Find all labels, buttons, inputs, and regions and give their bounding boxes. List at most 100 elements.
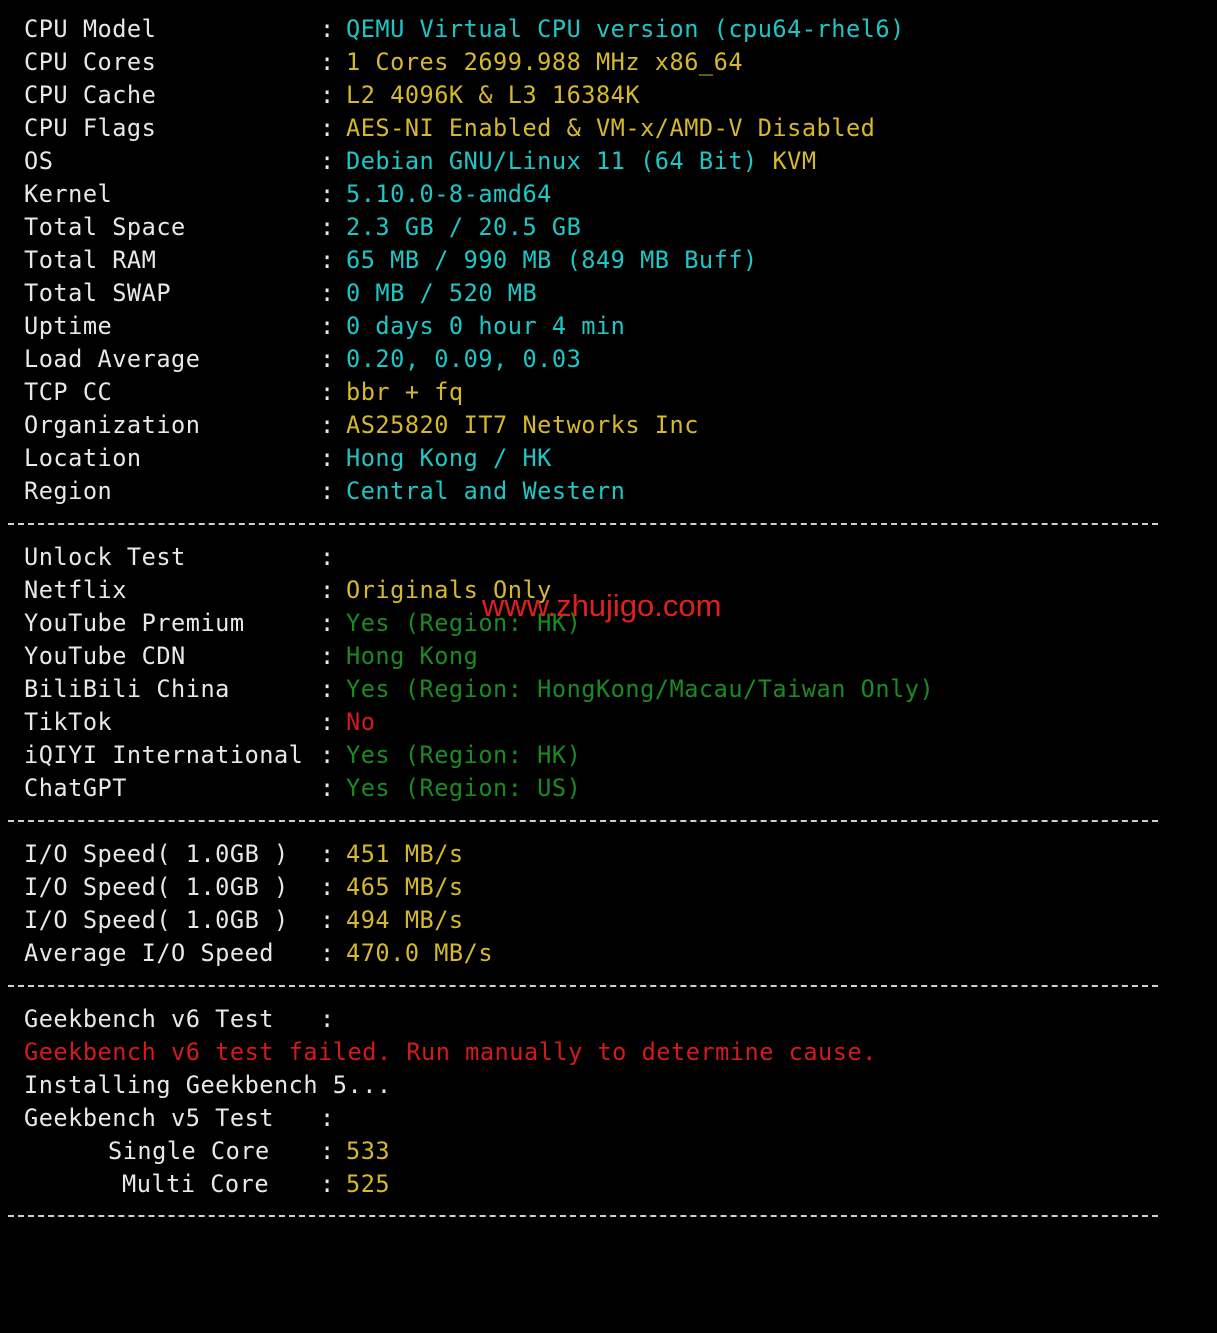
unlock-test-section: Unlock Test: Netflix: Originals Only YouTub… — [24, 541, 1194, 805]
colon: : — [320, 15, 335, 43]
geekbench-v6-error: Geekbench v6 test failed. Run manually t… — [24, 1038, 877, 1066]
row-label: Total Space — [24, 213, 186, 241]
value-segment: 470.0 MB/s — [346, 939, 494, 967]
unlock-test-row: TikTok: No — [24, 706, 1194, 739]
geekbench-v6-error-row: Geekbench v6 test failed. Run manually t… — [24, 1036, 1194, 1069]
value-segment: 465 MB/s — [346, 873, 464, 901]
value-segment: L2 4096K & L3 16384K — [346, 81, 641, 109]
row-value: Yes (Region: HongKong/Macau/Taiwan Only) — [346, 673, 934, 706]
system-info-row: Total SWAP:0 MB / 520 MB — [24, 277, 1194, 310]
row-value: AS25820 IT7 Networks Inc — [346, 409, 699, 442]
separator-line — [8, 523, 1158, 525]
row-label: I/O Speed( 1.0GB ) — [24, 873, 289, 901]
colon: : — [320, 1104, 335, 1132]
value-segment: No — [346, 708, 376, 736]
system-info-row: CPU Cache: L2 4096K & L3 16384K — [24, 79, 1194, 112]
value-segment: 494 MB/s — [346, 906, 464, 934]
colon: : — [320, 576, 335, 604]
value-segment: 5.10.0-8-amd64 — [346, 180, 552, 208]
separator-row — [8, 508, 1194, 541]
colon: : — [320, 147, 335, 175]
geekbench-section: Geekbench v6 Test : Geekbench v6 test fa… — [24, 1003, 1194, 1201]
unlock-test-row: iQIYI International: Yes (Region: HK) — [24, 739, 1194, 772]
row-value: 470.0 MB/s — [346, 937, 493, 970]
row-label: YouTube CDN — [24, 642, 186, 670]
row-value: 0.20, 0.09, 0.03 — [346, 343, 581, 376]
system-info-row: CPU Flags: AES-NI Enabled & VM-x/AMD-V Di… — [24, 112, 1194, 145]
colon: : — [320, 180, 335, 208]
system-info-row: Total Space:2.3 GB / 20.5 GB — [24, 211, 1194, 244]
row-value: Yes (Region: US) — [346, 772, 581, 805]
colon: : — [320, 246, 335, 274]
geekbench-v5-row: Geekbench v5 Test : — [24, 1102, 1194, 1135]
unlock-test-row: YouTube CDN: Hong Kong — [24, 640, 1194, 673]
row-value: 465 MB/s — [346, 871, 464, 904]
colon: : — [320, 312, 335, 340]
colon: : — [320, 708, 335, 736]
row-value: Hong Kong — [346, 640, 478, 673]
value-segment: Yes (Region: HK) — [346, 741, 582, 769]
colon: : — [320, 81, 335, 109]
value-segment: KVM — [772, 147, 817, 175]
colon: : — [320, 1170, 335, 1198]
colon: : — [320, 345, 335, 373]
row-label: Region — [24, 477, 113, 505]
single-core-row: Single Core : 533 — [24, 1135, 1194, 1168]
value-segment: 1 Cores 2699.988 MHz x86_64 — [346, 48, 744, 76]
unlock-test-row: Unlock Test: — [24, 541, 1194, 574]
value-segment: QEMU Virtual CPU version (cpu64-rhel6) — [346, 15, 905, 43]
separator-row — [8, 970, 1194, 1003]
colon: : — [320, 1005, 335, 1033]
geekbench-v5-label: Geekbench v5 Test — [24, 1104, 274, 1132]
row-value: Yes (Region: HK) — [346, 739, 581, 772]
row-label: Location — [24, 444, 142, 472]
colon: : — [320, 1137, 335, 1165]
colon: : — [320, 378, 335, 406]
system-info-section: CPU Model: QEMU Virtual CPU version (cpu6… — [24, 13, 1194, 508]
row-value: 0 days 0 hour 4 min — [346, 310, 625, 343]
row-label: I/O Speed( 1.0GB ) — [24, 906, 289, 934]
row-value: 451 MB/s — [346, 838, 464, 871]
colon: : — [320, 444, 335, 472]
row-label: Load Average — [24, 345, 201, 373]
value-segment: Hong Kong / HK — [346, 444, 552, 472]
value-segment: Yes (Region: HongKong/Macau/Taiwan Only) — [346, 675, 935, 703]
separator-line — [8, 985, 1158, 987]
unlock-test-row: ChatGPT: Yes (Region: US) — [24, 772, 1194, 805]
row-value: AES-NI Enabled & VM-x/AMD-V Disabled — [346, 112, 875, 145]
value-segment: Debian GNU/Linux 11 (64 Bit) — [346, 147, 773, 175]
row-label: Total RAM — [24, 246, 157, 274]
colon: : — [320, 873, 335, 901]
row-value: 2.3 GB / 20.5 GB — [346, 211, 581, 244]
row-value: QEMU Virtual CPU version (cpu64-rhel6) — [346, 13, 905, 46]
row-value: Hong Kong / HK — [346, 442, 552, 475]
row-label: Unlock Test — [24, 543, 186, 571]
system-info-row: Uptime:0 days 0 hour 4 min — [24, 310, 1194, 343]
geekbench-v6-label: Geekbench v6 Test — [24, 1005, 274, 1033]
value-segment: 0 MB / 520 MB — [346, 279, 538, 307]
row-value: 65 MB / 990 MB (849 MB Buff) — [346, 244, 758, 277]
multi-core-value: 525 — [346, 1170, 391, 1198]
row-value: bbr + fq — [346, 376, 464, 409]
system-info-row: Region: Central and Western — [24, 475, 1194, 508]
colon: : — [320, 411, 335, 439]
system-info-row: Load Average:0.20, 0.09, 0.03 — [24, 343, 1194, 376]
value-segment: 451 MB/s — [346, 840, 464, 868]
row-label: OS — [24, 147, 54, 175]
system-info-row: CPU Cores:1 Cores 2699.988 MHz x86_64 — [24, 46, 1194, 79]
row-label: YouTube Premium — [24, 609, 245, 637]
bottom-separator-line — [8, 1215, 1158, 1217]
row-label: CPU Cores — [24, 48, 157, 76]
row-label: CPU Flags — [24, 114, 157, 142]
colon: : — [320, 114, 335, 142]
io-speed-section: I/O Speed( 1.0GB ):451 MB/s I/O Speed( 1.… — [24, 838, 1194, 970]
colon: : — [320, 939, 335, 967]
row-label: BiliBili China — [24, 675, 230, 703]
colon: : — [320, 609, 335, 637]
io-speed-row: I/O Speed( 1.0GB ):465 MB/s — [24, 871, 1194, 904]
system-info-row: TCP CC: bbr + fq — [24, 376, 1194, 409]
row-value: 0 MB / 520 MB — [346, 277, 537, 310]
io-speed-row: Average I/O Speed:470.0 MB/s — [24, 937, 1194, 970]
row-label: Average I/O Speed — [24, 939, 274, 967]
colon: : — [320, 48, 335, 76]
